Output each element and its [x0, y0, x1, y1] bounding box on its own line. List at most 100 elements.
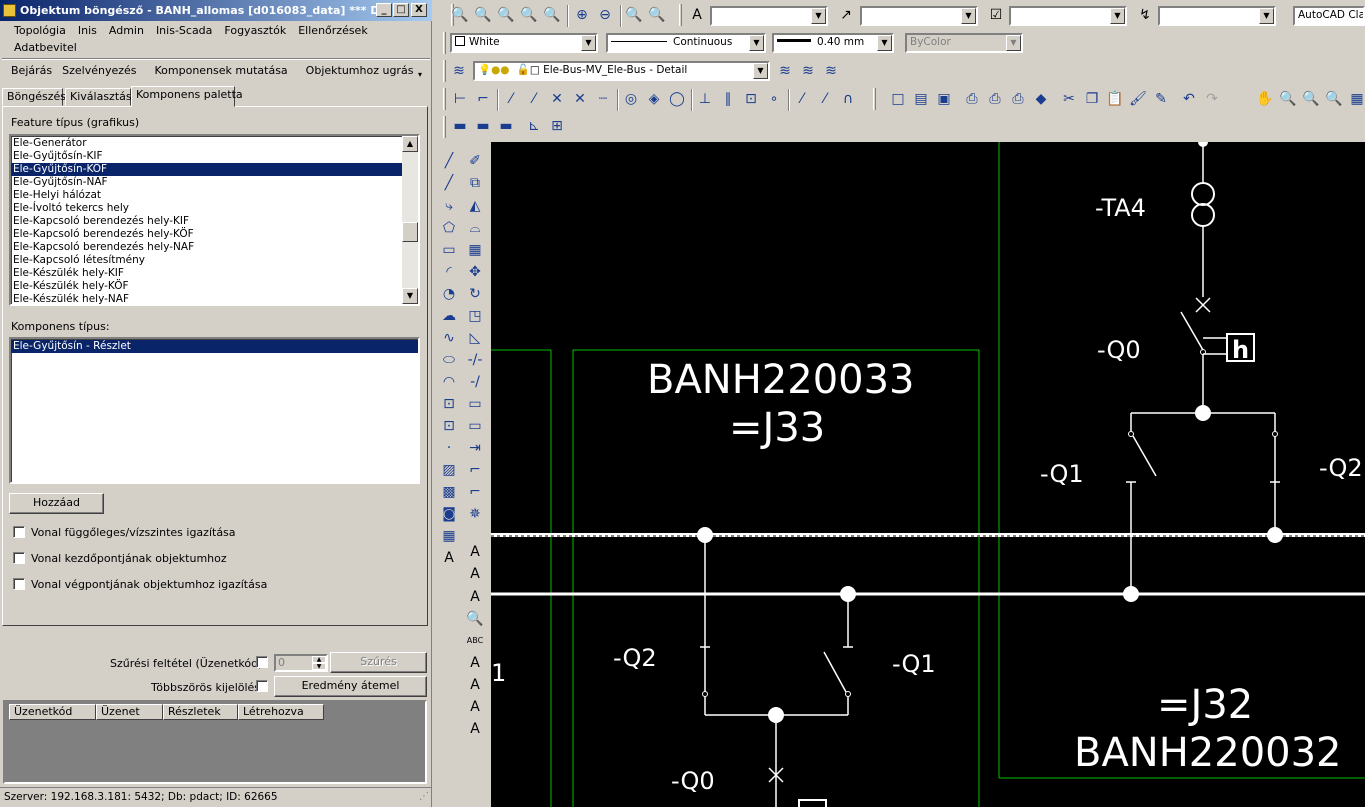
hatch-icon[interactable]: ▨ — [439, 460, 459, 480]
multileader-style-icon[interactable]: ↯ — [1135, 5, 1155, 25]
toolbar-grip[interactable] — [873, 88, 876, 110]
paste-icon[interactable]: 📋 — [1105, 89, 1125, 109]
scroll-down-icon[interactable]: ▼ — [402, 288, 418, 304]
mirror-icon[interactable]: ◭ — [465, 196, 485, 216]
zoom-window-icon[interactable]: 🔍 — [1301, 89, 1321, 109]
feature-type-item[interactable]: Ele-Kapcsoló berendezés hely-KIF — [11, 215, 418, 228]
copy-icon[interactable]: ❐ — [1082, 89, 1102, 109]
text-style-combo[interactable]: ▼ — [710, 6, 828, 26]
zoom-all-icon[interactable]: 🔍 — [624, 5, 644, 25]
layer-previous-icon[interactable]: ≋ — [798, 61, 818, 81]
dimension-linear-icon[interactable]: ▬ — [450, 116, 470, 136]
feature-type-item[interactable]: Ele-Gyűjtősín-KIF — [11, 150, 418, 163]
chevron-down-icon[interactable]: ▼ — [1006, 35, 1021, 51]
array-icon[interactable]: ▦ — [465, 240, 485, 260]
table-icon[interactable]: ▦ — [439, 526, 459, 546]
find-replace-icon[interactable]: 🔍 — [465, 609, 485, 629]
feature-type-item[interactable]: Ele-Készülék hely-NAF — [11, 293, 418, 304]
menu-admin[interactable]: Admin — [103, 22, 150, 39]
snap-nearest-icon[interactable]: ⁄ — [792, 89, 812, 109]
save-icon[interactable]: ▣ — [934, 89, 954, 109]
toolbar-overflow-icon[interactable]: ▾ — [418, 70, 422, 79]
column-header-letrehozva[interactable]: Létrehozva — [238, 704, 324, 720]
new-icon[interactable]: □ — [888, 89, 908, 109]
break-icon[interactable]: ▭ — [465, 416, 485, 436]
message-grid[interactable]: Üzenetkód Üzenet Részletek Létrehozva — [3, 700, 427, 784]
multi-select-checkbox[interactable] — [256, 680, 268, 692]
chevron-down-icon[interactable]: ▼ — [1259, 8, 1274, 24]
circle-icon[interactable]: ◔ — [439, 284, 459, 304]
snap-insert-icon[interactable]: ⊡ — [741, 89, 761, 109]
gradient-icon[interactable]: ▩ — [439, 482, 459, 502]
add-button[interactable]: Hozzáad — [9, 493, 104, 514]
ellipse-arc-icon[interactable]: ◠ — [439, 372, 459, 392]
toolbar-grip[interactable] — [443, 32, 446, 54]
mtext-icon[interactable]: A — [439, 548, 459, 568]
make-current-icon[interactable]: ≋ — [775, 61, 795, 81]
tab-kivalasztas[interactable]: Kiválasztás — [65, 88, 132, 106]
align-line-checkbox[interactable] — [13, 526, 25, 538]
resize-grip-icon[interactable]: ⋰ — [419, 788, 429, 806]
rectangle-icon[interactable]: ▭ — [439, 240, 459, 260]
plot-preview-icon[interactable]: ⎙ — [985, 89, 1005, 109]
dim-style-combo[interactable]: ▼ — [860, 6, 978, 26]
ordinate-icon[interactable]: ⊾ — [524, 116, 544, 136]
layer-manager-icon[interactable]: ≋ — [449, 61, 469, 81]
publish-icon[interactable]: ⎙ — [1008, 89, 1028, 109]
feature-type-item[interactable]: Ele-Készülék hely-KÖF — [11, 280, 418, 293]
snap-settings-icon[interactable]: ∩ — [838, 89, 858, 109]
extend-icon[interactable]: -/ — [465, 372, 485, 392]
point-icon[interactable]: · — [439, 438, 459, 458]
feature-type-item[interactable]: Ele-Helyi hálózat — [11, 189, 418, 202]
redo-icon[interactable]: ↷ — [1202, 89, 1222, 109]
snap-apparent-icon[interactable]: ✕ — [570, 89, 590, 109]
link-bejaras[interactable]: Bejárás — [6, 62, 57, 80]
feature-type-item[interactable]: Ele-Kapcsoló létesítmény — [11, 254, 418, 267]
dimension-baseline-icon[interactable]: ▬ — [496, 116, 516, 136]
block-editor-icon[interactable]: ✎ — [1151, 89, 1171, 109]
chevron-down-icon[interactable]: ▼ — [581, 35, 596, 51]
region-icon[interactable]: ◙ — [439, 504, 459, 524]
zoom-dynamic-icon[interactable]: 🔍 — [496, 5, 516, 25]
filter-checkbox[interactable] — [256, 656, 268, 668]
snap-extension-icon[interactable]: ┈ — [593, 89, 613, 109]
rotate-icon[interactable]: ↻ — [465, 284, 485, 304]
line-icon[interactable]: ╱ — [439, 151, 459, 171]
link-objektumhoz-ugras[interactable]: Objektumhoz ugrás — [301, 62, 419, 80]
match-properties-icon[interactable]: 🖌 — [1128, 89, 1148, 109]
chamfer-icon[interactable]: ⌐ — [465, 460, 485, 480]
link-komponensek-mutatasa[interactable]: Komponensek mutatása — [150, 62, 293, 80]
lineweight-combo[interactable]: 0.40 mm ▼ — [772, 33, 894, 53]
arc-icon[interactable]: ◜ — [439, 262, 459, 282]
zoom-realtime-icon[interactable]: 🔍 — [450, 5, 470, 25]
zoom-in-icon[interactable]: ⊕ — [572, 5, 592, 25]
snap-none-icon[interactable]: ⁄ — [815, 89, 835, 109]
snap-center-icon[interactable]: ◎ — [621, 89, 641, 109]
snap-perpendicular-icon[interactable]: ⊥ — [695, 89, 715, 109]
toolbar-grip[interactable] — [679, 4, 682, 26]
feature-type-list[interactable]: Ele-Generátor Ele-Gyűjtősín-KIF Ele-Gyűjtő… — [9, 134, 420, 306]
toolbar-grip[interactable] — [443, 88, 446, 110]
chevron-down-icon[interactable]: ▼ — [749, 35, 764, 51]
filter-button[interactable]: Szűrés — [330, 652, 427, 673]
multileader-style-combo[interactable]: ▼ — [1158, 6, 1276, 26]
text-style-icon[interactable]: A — [687, 5, 707, 25]
radius-icon[interactable]: ⌐ — [473, 89, 493, 109]
pan-icon[interactable]: ✋ — [1255, 89, 1275, 109]
toolbar-grip[interactable] — [443, 116, 446, 138]
snap-parallel-icon[interactable]: ∥ — [718, 89, 738, 109]
zoom-previous-icon[interactable]: 🔍 — [1324, 89, 1344, 109]
justify-text-icon[interactable]: A — [465, 697, 485, 717]
chevron-down-icon[interactable]: ▼ — [753, 63, 768, 79]
snap-tangent-icon[interactable]: ◯ — [667, 89, 687, 109]
snap-endpoint-icon[interactable]: ⁄ — [501, 89, 521, 109]
column-header-uzenetkod[interactable]: Üzenetkód — [9, 704, 96, 720]
zoom-center-icon[interactable]: 🔍 — [542, 5, 562, 25]
linetype-combo[interactable]: Continuous ▼ — [606, 33, 766, 53]
coordinates-icon[interactable]: ⊞ — [547, 116, 567, 136]
maximize-button[interactable]: □ — [393, 3, 409, 17]
offset-icon[interactable]: ⌓ — [465, 218, 485, 238]
scroll-thumb[interactable] — [402, 222, 418, 242]
chevron-down-icon[interactable]: ▼ — [877, 35, 892, 51]
distance-icon[interactable]: ⊢ — [450, 89, 470, 109]
